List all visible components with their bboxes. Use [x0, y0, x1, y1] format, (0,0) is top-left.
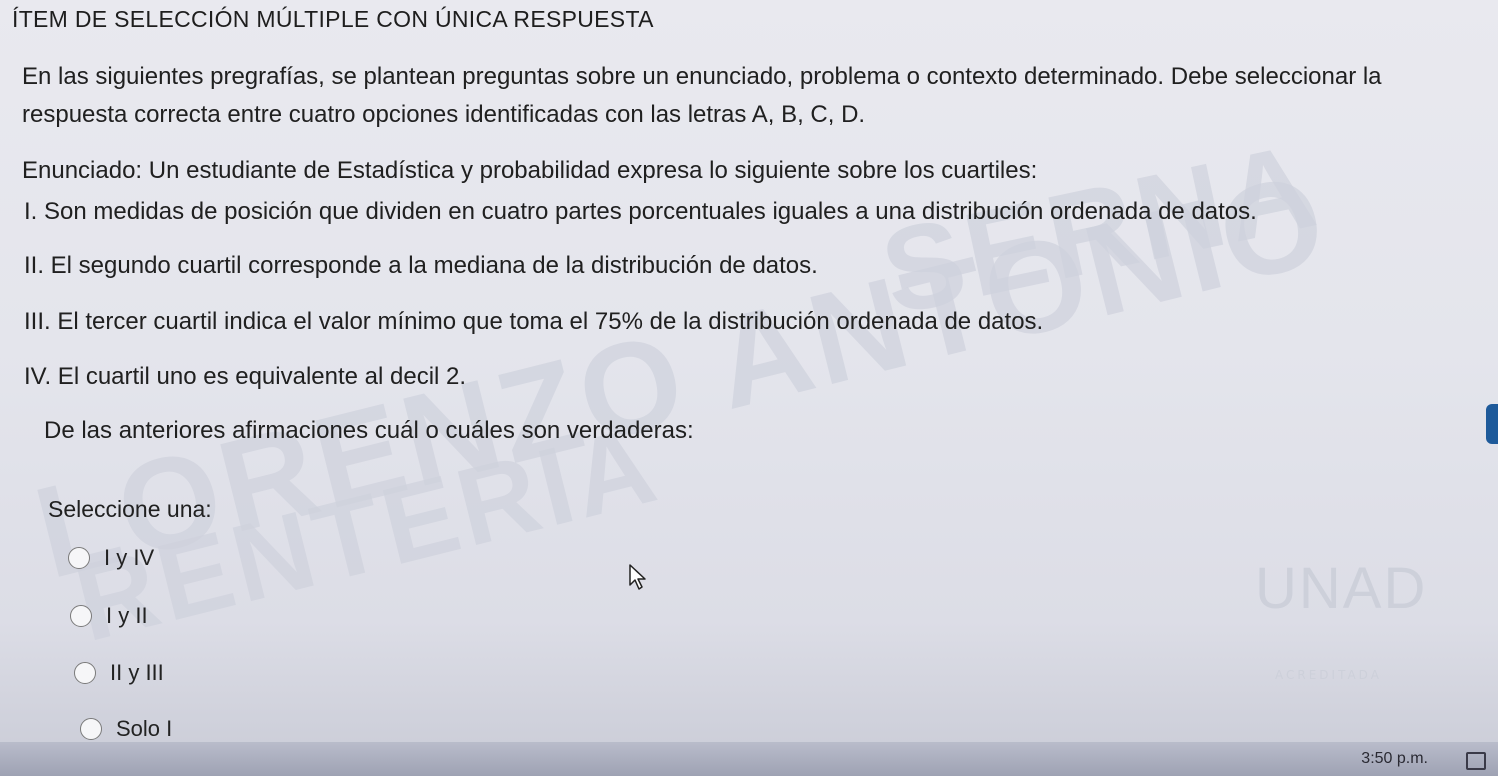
radio-button[interactable]: [74, 662, 96, 684]
taskbar: [0, 742, 1498, 776]
radio-button[interactable]: [70, 605, 92, 627]
radio-button[interactable]: [80, 718, 102, 740]
item-title: ÍTEM DE SELECCIÓN MÚLTIPLE CON ÚNICA RES…: [12, 6, 654, 32]
statement-4: IV. El cuartil uno es equivalente al dec…: [24, 363, 467, 390]
statement-2: II. El segundo cuartil corresponde a la …: [24, 252, 818, 279]
taskbar-clock: 3:50 p.m.: [1361, 750, 1428, 767]
option-label: I y II: [106, 603, 148, 628]
answer-option-c[interactable]: II y III: [74, 660, 164, 686]
option-label: I y IV: [104, 545, 155, 570]
unad-logo-subtitle: ACREDITADA: [1275, 668, 1382, 682]
statement-1: I. Son medidas de posición que dividen e…: [24, 198, 1257, 225]
unad-logo: UNAD: [1255, 556, 1428, 621]
side-panel-tab[interactable]: [1486, 404, 1498, 444]
notification-icon[interactable]: [1466, 752, 1486, 770]
statement-3: III. El tercer cuartil indica el valor m…: [24, 308, 1044, 335]
select-prompt: Seleccione una:: [48, 496, 212, 522]
question-text: De las anteriores afirmaciones cuál o cu…: [44, 417, 694, 444]
mouse-pointer-icon: [628, 563, 648, 595]
answer-option-a[interactable]: I y IV: [68, 545, 154, 571]
answer-option-b[interactable]: I y II: [70, 603, 148, 629]
answer-option-d[interactable]: Solo I: [80, 716, 172, 742]
option-label: II y III: [110, 660, 164, 685]
instructions-text: En las siguientes pregrafías, se plantea…: [22, 63, 1382, 128]
radio-button[interactable]: [68, 547, 90, 569]
option-label: Solo I: [116, 716, 173, 741]
enunciado-text: Enunciado: Un estudiante de Estadística …: [22, 157, 1038, 184]
